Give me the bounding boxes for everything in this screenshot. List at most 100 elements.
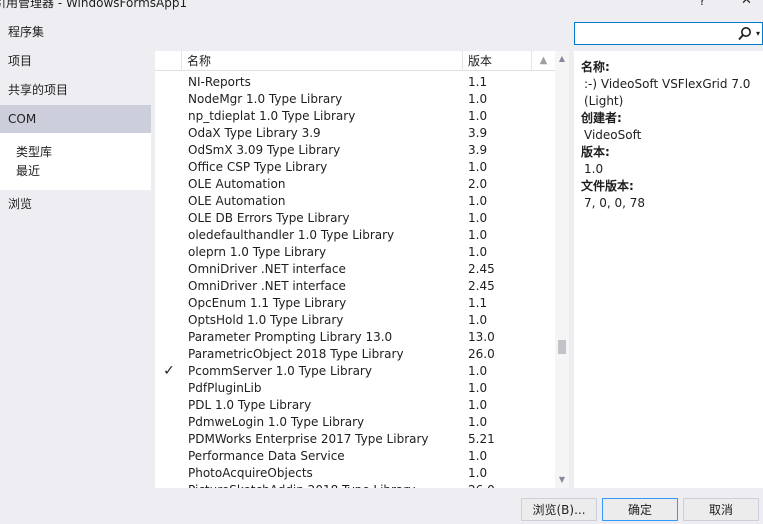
list-scrollbar[interactable]: ▲ ▼ — [555, 51, 569, 488]
checkbox[interactable] — [161, 448, 177, 465]
list-row[interactable]: PDL 1.0 Type Library 1.0 — [155, 397, 555, 414]
row-version: 1.0 — [468, 381, 488, 395]
checkbox[interactable] — [161, 91, 177, 108]
scroll-down-icon[interactable]: ▼ — [555, 474, 569, 486]
row-name: PdmweLogin 1.0 Type Library — [188, 415, 365, 429]
row-name: OLE Automation — [188, 177, 286, 191]
column-header-checkbox — [155, 51, 182, 71]
row-version: 1.0 — [468, 398, 488, 412]
search-box: ▾ — [574, 22, 763, 45]
checkbox[interactable] — [161, 210, 177, 227]
browse-button[interactable]: 浏览(B)... — [521, 498, 597, 521]
title-bar: 引用管理器 - WindowsFormsApp1 ? ✕ — [0, 0, 763, 12]
checkbox[interactable] — [161, 261, 177, 278]
details-pane: 名称: :-) VideoSoft VSFlexGrid 7.0 (Light)… — [574, 51, 763, 488]
nav-shared-projects[interactable]: 共享的项目 — [0, 76, 151, 104]
close-button[interactable]: ✕ — [741, 0, 752, 8]
list-row[interactable]: OLE Automation 2.0 — [155, 176, 555, 193]
checkbox[interactable] — [161, 346, 177, 363]
checkbox[interactable] — [161, 244, 177, 261]
list-row[interactable]: Parameter Prompting Library 13.0 13.0 — [155, 329, 555, 346]
list-row[interactable]: PhotoAcquireObjects 1.0 — [155, 465, 555, 482]
cancel-button[interactable]: 取消 — [683, 498, 759, 521]
scroll-thumb[interactable] — [558, 340, 566, 354]
row-version: 1.0 — [468, 364, 488, 378]
nav-projects[interactable]: 项目 — [0, 47, 151, 75]
list-row[interactable]: OLE DB Errors Type Library 1.0 — [155, 210, 555, 227]
list-row[interactable]: OmniDriver .NET interface 2.45 — [155, 261, 555, 278]
details-name-value: :-) VideoSoft VSFlexGrid 7.0 — [584, 77, 751, 91]
row-version: 1.0 — [468, 228, 488, 242]
checkbox[interactable] — [161, 108, 177, 125]
list-row[interactable]: OpcEnum 1.1 Type Library 1.1 — [155, 295, 555, 312]
com-reference-list: 名称 版本 ▲ NI-Reports 1.1 NodeMgr 1.0 Type Li… — [155, 51, 569, 488]
checkbox[interactable] — [161, 142, 177, 159]
checkbox[interactable] — [161, 431, 177, 448]
list-row[interactable]: oledefaulthandler 1.0 Type Library 1.0 — [155, 227, 555, 244]
list-row[interactable]: OmniDriver .NET interface 2.45 — [155, 278, 555, 295]
checkbox[interactable] — [161, 193, 177, 210]
ok-button[interactable]: 确定 — [602, 498, 678, 521]
row-name: OdaX Type Library 3.9 — [188, 126, 321, 140]
search-options-dropdown[interactable]: ▾ — [753, 25, 763, 42]
list-row[interactable]: ParametricObject 2018 Type Library 26.0 — [155, 346, 555, 363]
row-version: 13.0 — [468, 330, 495, 344]
row-name: PhotoAcquireObjects — [188, 466, 313, 480]
nav-type-libraries[interactable]: 类型库 — [16, 144, 52, 161]
row-name: PcommServer 1.0 Type Library — [188, 364, 372, 378]
row-version: 26.0 — [468, 347, 495, 361]
list-row[interactable]: OdSmX 3.09 Type Library 3.9 — [155, 142, 555, 159]
checkbox[interactable] — [161, 278, 177, 295]
checkbox[interactable] — [161, 125, 177, 142]
nav-browse[interactable]: 浏览 — [0, 190, 151, 218]
nav-recent[interactable]: 最近 — [16, 163, 40, 180]
checkbox[interactable] — [161, 74, 177, 91]
nav-assemblies[interactable]: 程序集 — [0, 18, 151, 46]
row-name: NI-Reports — [188, 75, 251, 89]
list-row[interactable]: OptsHold 1.0 Type Library 1.0 — [155, 312, 555, 329]
list-row[interactable]: PdmweLogin 1.0 Type Library 1.0 — [155, 414, 555, 431]
row-name: OdSmX 3.09 Type Library — [188, 143, 341, 157]
row-version: 1.0 — [468, 194, 488, 208]
checkbox[interactable] — [161, 397, 177, 414]
details-version-label: 版本: — [581, 145, 610, 159]
list-row[interactable]: oleprn 1.0 Type Library 1.0 — [155, 244, 555, 261]
checkbox[interactable] — [161, 295, 177, 312]
list-row[interactable]: Office CSP Type Library 1.0 — [155, 159, 555, 176]
list-row[interactable]: ✓ PcommServer 1.0 Type Library 1.0 — [155, 363, 555, 380]
checkbox[interactable] — [161, 414, 177, 431]
row-version: 1.0 — [468, 313, 488, 327]
list-row[interactable]: Performance Data Service 1.0 — [155, 448, 555, 465]
checkbox-checked-icon[interactable]: ✓ — [161, 363, 177, 380]
row-version: 1.0 — [468, 211, 488, 225]
list-row[interactable]: NI-Reports 1.1 — [155, 74, 555, 91]
details-name-label: 名称: — [581, 60, 610, 74]
checkbox[interactable] — [161, 312, 177, 329]
row-version: 1.0 — [468, 109, 488, 123]
row-name: PDL 1.0 Type Library — [188, 398, 312, 412]
list-row[interactable]: OLE Automation 1.0 — [155, 193, 555, 210]
help-button[interactable]: ? — [699, 0, 705, 8]
checkbox[interactable] — [161, 482, 177, 488]
checkbox[interactable] — [161, 329, 177, 346]
row-version: 1.1 — [468, 296, 488, 310]
scroll-up-icon[interactable]: ▲ — [555, 53, 569, 65]
list-row[interactable]: PictureSketchAddin 2018 Type Library 26.0 — [155, 482, 555, 488]
column-header-version[interactable]: 版本 — [464, 51, 532, 71]
list-row[interactable]: PDMWorks Enterprise 2017 Type Library 5.2… — [155, 431, 555, 448]
list-row[interactable]: np_tdieplat 1.0 Type Library 1.0 — [155, 108, 555, 125]
search-icon[interactable] — [737, 25, 753, 42]
row-version: 1.0 — [468, 415, 488, 429]
checkbox[interactable] — [161, 159, 177, 176]
column-header-name[interactable]: 名称 — [183, 51, 463, 71]
list-row[interactable]: OdaX Type Library 3.9 3.9 — [155, 125, 555, 142]
nav-com-subitems: 类型库 最近 — [0, 133, 151, 190]
list-row[interactable]: PdfPluginLib 1.0 — [155, 380, 555, 397]
checkbox[interactable] — [161, 380, 177, 397]
checkbox[interactable] — [161, 176, 177, 193]
nav-com[interactable]: COM — [0, 105, 151, 133]
checkbox[interactable] — [161, 227, 177, 244]
search-input[interactable] — [577, 25, 735, 42]
checkbox[interactable] — [161, 465, 177, 482]
list-row[interactable]: NodeMgr 1.0 Type Library 1.0 — [155, 91, 555, 108]
